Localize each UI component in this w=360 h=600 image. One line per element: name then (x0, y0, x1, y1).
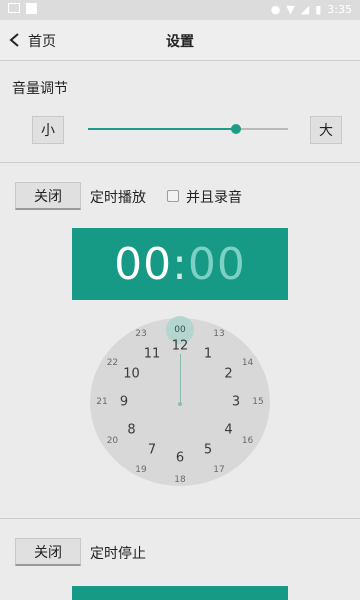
clock-hour-number[interactable]: 10 (123, 367, 140, 382)
app-header: 首页 设置 (0, 20, 360, 61)
notification-icon (26, 3, 37, 14)
clock-hour-number[interactable]: 1 (204, 346, 212, 361)
volume-down-button[interactable]: 小 (32, 116, 64, 144)
clock-hour-number[interactable]: 8 (127, 423, 135, 438)
timed-stop-label: 定时停止 (90, 546, 146, 562)
wifi-icon: ▼ (286, 3, 295, 16)
clock-hour-number[interactable]: 5 (204, 443, 212, 458)
page-title: 设置 (166, 34, 194, 50)
clock-hour-number-outer[interactable]: 21 (96, 397, 107, 407)
time-display: 00 : 00 (72, 228, 288, 300)
record-checkbox[interactable] (167, 190, 179, 202)
clock-hour-number[interactable]: 9 (120, 395, 128, 410)
volume-slider[interactable] (88, 124, 288, 134)
signal-icon: ◢ (300, 3, 310, 16)
record-checkbox-label[interactable]: 并且录音 (186, 187, 242, 207)
timed-play-toggle-button[interactable]: 关闭 (15, 182, 81, 210)
clock-hand (180, 354, 181, 404)
clock-hour-number-outer[interactable]: 18 (174, 475, 185, 485)
clock-hour-number-outer[interactable]: 16 (242, 436, 253, 446)
clock-hour-number[interactable]: 4 (224, 423, 232, 438)
battery-icon: ▮ (315, 3, 322, 16)
clock-hour-number-outer[interactable]: 17 (213, 465, 224, 475)
clock-hour-number[interactable]: 3 (232, 395, 240, 410)
clock-hour-number[interactable]: 12 (172, 339, 189, 354)
stop-time-display (72, 586, 288, 600)
clock-hour-number[interactable]: 2 (224, 367, 232, 382)
clock-hour-number[interactable]: 6 (176, 451, 184, 466)
status-bar: ● ▼ ◢ ▮ 3:35 (0, 0, 360, 20)
timed-play-label: 定时播放 (90, 190, 146, 206)
time-hour[interactable]: 00 (114, 239, 172, 290)
clock-hour-number[interactable]: 7 (148, 443, 156, 458)
image-notification-icon (8, 3, 20, 13)
divider (0, 162, 360, 163)
clock-hour-number-outer[interactable]: 22 (107, 358, 118, 368)
clock-hour-number-outer[interactable]: 23 (135, 329, 146, 339)
clock-hour-number-outer[interactable]: 20 (107, 436, 118, 446)
clock-hour-number-outer[interactable]: 14 (242, 358, 253, 368)
volume-slider-thumb[interactable] (231, 124, 241, 134)
volume-section-title: 音量调节 (12, 81, 68, 97)
location-icon: ● (270, 3, 281, 16)
clock-face[interactable]: 00 12 1 2 3 4 5 6 7 8 9 10 11 13 14 15 16 17 18 19 20 21 22 23 (90, 316, 270, 486)
divider (0, 518, 360, 519)
status-time: 3:35 (327, 3, 352, 16)
clock-hour-number-outer[interactable]: 13 (213, 329, 224, 339)
clock-hour-number-outer[interactable]: 15 (252, 397, 263, 407)
clock-hour-number-outer[interactable]: 19 (135, 465, 146, 475)
time-separator: : (172, 238, 188, 290)
time-minute[interactable]: 00 (188, 239, 246, 290)
timed-stop-toggle-button[interactable]: 关闭 (15, 538, 81, 566)
clock-hour-number[interactable]: 11 (144, 346, 161, 361)
clock-center (178, 402, 182, 406)
volume-up-button[interactable]: 大 (310, 116, 342, 144)
volume-slider-fill (88, 128, 236, 130)
